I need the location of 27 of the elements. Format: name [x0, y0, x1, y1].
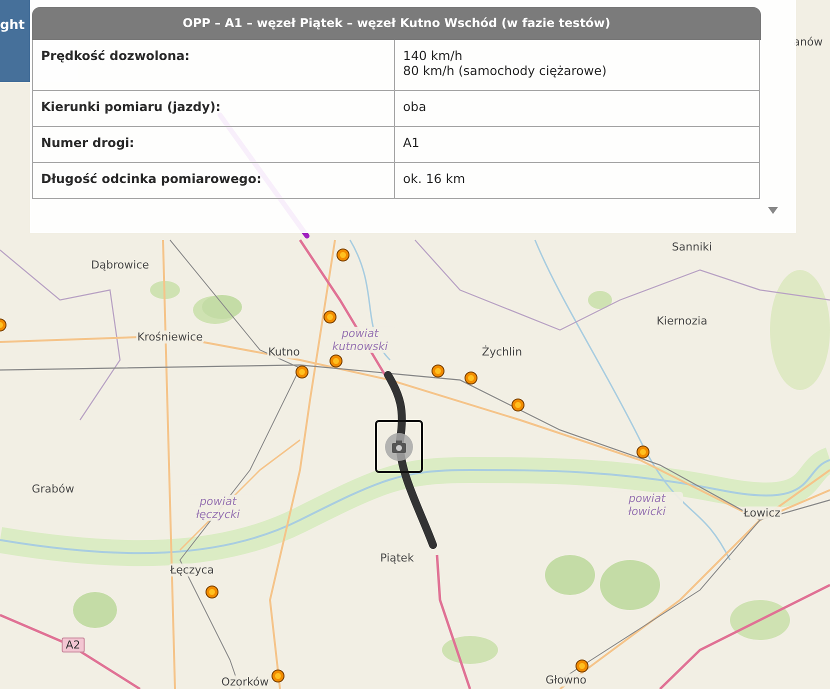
field-value: ok. 16 km	[394, 162, 760, 198]
selection-frame	[375, 420, 423, 473]
road-number-badge: A2	[62, 638, 84, 652]
place-label: Sanniki	[670, 240, 714, 254]
place-label: Łęczyca	[168, 564, 216, 576]
field-label: Kierunki pomiaru (jazdy):	[32, 90, 394, 126]
field-value: A1	[394, 126, 760, 162]
place-label: Głowno	[544, 674, 588, 686]
place-label: Dąbrowice	[90, 258, 150, 272]
dropdown-icon[interactable]	[768, 206, 778, 214]
popup-title: OPP – A1 – węzeł Piątek – węzeł Kutno Wschód (w fazie testów)	[32, 7, 761, 40]
field-label: Prędkość dozwolona:	[32, 40, 394, 90]
panel-label: ght	[0, 18, 25, 33]
place-label: Kutno	[267, 346, 301, 358]
field-value: 140 km/h 80 km/h (samochody ciężarowe)	[394, 40, 760, 90]
place-label: Kiernozia	[656, 314, 708, 328]
camera-icon[interactable]	[385, 433, 413, 461]
place-label: Żychlin	[480, 346, 524, 358]
place-label: Grabów	[30, 482, 76, 496]
field-value: oba	[394, 90, 760, 126]
route-line[interactable]	[384, 371, 437, 549]
field-label: Numer drogi:	[32, 126, 394, 162]
field-label: Długość odcinka pomiarowego:	[32, 162, 394, 198]
place-label: Krośniewice	[136, 330, 204, 344]
place-label: Łowicz	[742, 506, 782, 520]
place-label: Ozorków	[220, 676, 270, 688]
place-label: Piątek	[379, 552, 415, 564]
